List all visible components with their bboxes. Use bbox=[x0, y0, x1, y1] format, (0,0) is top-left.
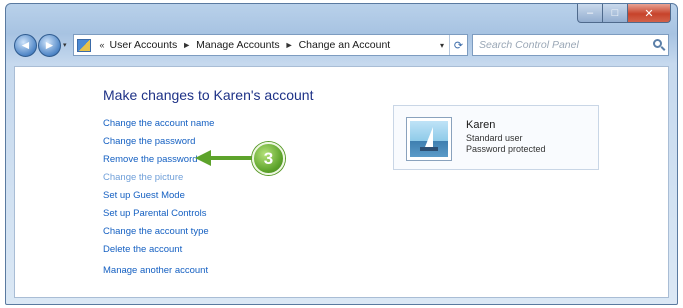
search-input[interactable]: Search Control Panel bbox=[472, 34, 669, 56]
breadcrumb-overflow[interactable]: « bbox=[100, 40, 105, 50]
step-badge: 3 bbox=[252, 142, 285, 175]
breadcrumb-separator-icon[interactable]: ► bbox=[182, 40, 191, 50]
account-summary: Karen Standard user Password protected bbox=[393, 105, 599, 170]
recent-pages-dropdown[interactable]: ▾ bbox=[63, 41, 67, 49]
main-content: Make changes to Karen's account Change t… bbox=[14, 66, 669, 298]
address-bar-controls: ▾ ⟳ bbox=[435, 35, 467, 55]
maximize-button[interactable]: □ bbox=[603, 4, 628, 23]
set-up-guest-mode-link[interactable]: Set up Guest Mode bbox=[103, 187, 214, 205]
window-caption-buttons: – □ ✕ bbox=[577, 4, 671, 23]
account-type: Standard user bbox=[466, 133, 523, 143]
password-status: Password protected bbox=[466, 144, 546, 154]
back-arrow-icon: ◄ bbox=[19, 38, 32, 52]
forward-arrow-icon: ► bbox=[43, 38, 56, 52]
close-button[interactable]: ✕ bbox=[628, 4, 671, 23]
search-icon[interactable] bbox=[653, 39, 662, 48]
change-account-name-link[interactable]: Change the account name bbox=[103, 115, 214, 133]
breadcrumb-separator-icon[interactable]: ► bbox=[285, 40, 294, 50]
control-panel-icon bbox=[76, 38, 91, 52]
page-title: Make changes to Karen's account bbox=[103, 87, 314, 103]
breadcrumb-manage-accounts[interactable]: Manage Accounts bbox=[196, 39, 279, 51]
breadcrumb-user-accounts[interactable]: User Accounts bbox=[110, 39, 178, 51]
breadcrumb-change-an-account[interactable]: Change an Account bbox=[299, 39, 391, 51]
avatar bbox=[406, 117, 452, 161]
address-dropdown-icon[interactable]: ▾ bbox=[435, 41, 449, 50]
delete-account-link[interactable]: Delete the account bbox=[103, 241, 214, 259]
control-panel-window: – □ ✕ ◄ ► ▾ « User Accounts ► Manage Acc… bbox=[5, 3, 678, 305]
account-name: Karen bbox=[466, 119, 496, 131]
search-placeholder: Search Control Panel bbox=[479, 39, 579, 51]
navigation-bar: ◄ ► ▾ « User Accounts ► Manage Accounts … bbox=[14, 32, 669, 58]
set-up-parental-controls-link[interactable]: Set up Parental Controls bbox=[103, 205, 214, 223]
manage-another-account-link[interactable]: Manage another account bbox=[103, 262, 214, 280]
address-bar[interactable]: « User Accounts ► Manage Accounts ► Chan… bbox=[72, 34, 468, 56]
sailboat-picture-icon bbox=[410, 121, 448, 157]
refresh-icon[interactable]: ⟳ bbox=[449, 35, 467, 55]
back-button[interactable]: ◄ bbox=[14, 33, 37, 57]
change-account-type-link[interactable]: Change the account type bbox=[103, 223, 214, 241]
minimize-button[interactable]: – bbox=[577, 4, 603, 23]
forward-button[interactable]: ► bbox=[38, 33, 61, 57]
